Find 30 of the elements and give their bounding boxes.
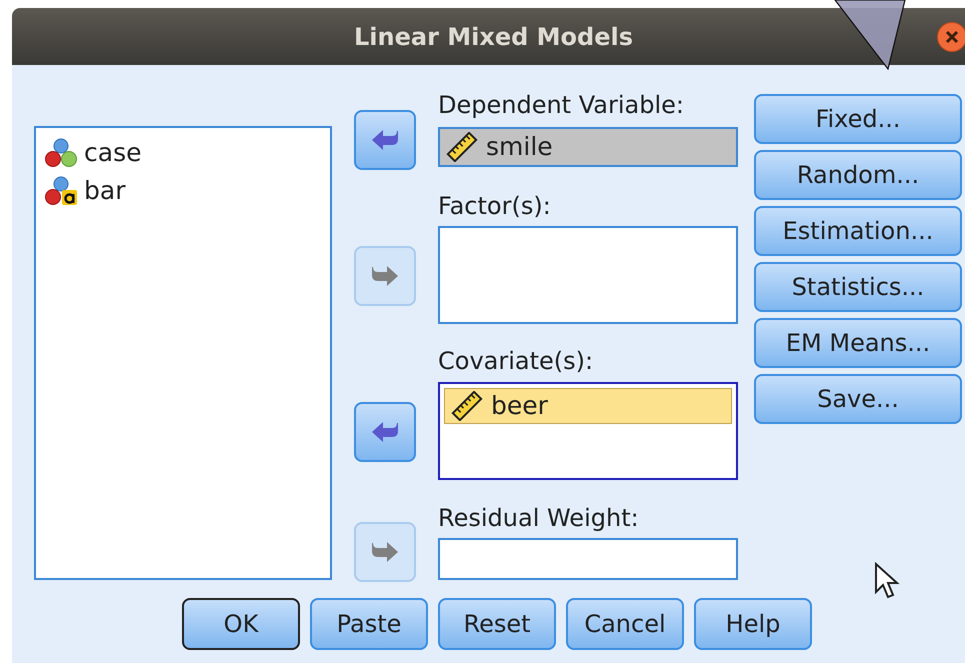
dialog-button[interactable]: Save... [754,374,962,424]
target-list[interactable] [438,538,738,580]
dialog-button[interactable]: Random... [754,150,962,200]
move-arrow-button[interactable] [354,402,416,462]
field-label: Factor(s): [438,191,552,222]
variable-item[interactable]: case [44,134,330,172]
window-title: Linear Mixed Models [352,22,633,52]
field-label: Dependent Variable: [438,90,685,121]
callout-pointer [834,0,906,70]
dialog-button[interactable]: Statistics... [754,262,962,312]
variable-list[interactable]: case bar [34,126,332,580]
move-arrow-button[interactable] [354,110,416,170]
dialog-button[interactable]: Fixed... [754,94,962,144]
string-variable-icon [44,176,78,206]
dialog-button[interactable]: Reset [438,598,556,650]
dialog-button[interactable]: Help [694,598,812,650]
variable-item[interactable]: bar [44,172,330,210]
dialog-button[interactable]: Paste [310,598,428,650]
dialog-button[interactable]: OK [182,598,300,650]
target-list[interactable] [438,226,738,324]
target-list[interactable]: beer [438,382,738,480]
nominal-variable-icon [44,138,78,168]
close-icon [945,30,959,44]
dialog-button[interactable]: Estimation... [754,206,962,256]
close-button[interactable] [937,22,965,52]
field-label: Residual Weight: [438,503,640,534]
target-variable[interactable]: beer [444,388,732,424]
dialog-button[interactable]: Cancel [566,598,684,650]
field-label: Covariate(s): [438,346,594,377]
dialog-button[interactable]: EM Means... [754,318,962,368]
